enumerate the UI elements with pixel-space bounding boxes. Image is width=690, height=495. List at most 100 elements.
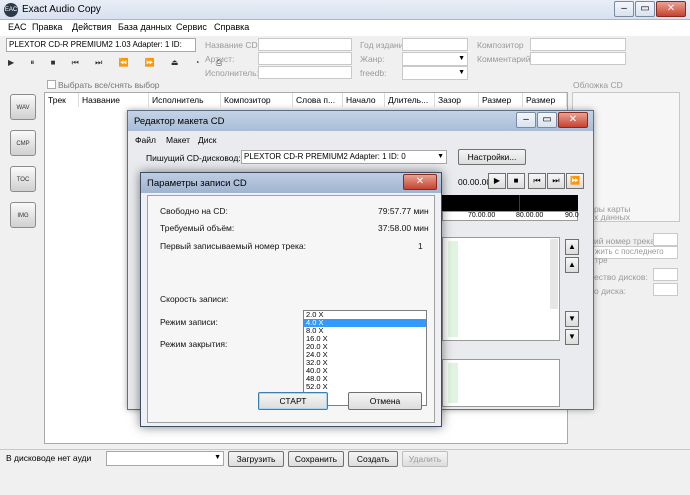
delete-button[interactable]: Удалить xyxy=(402,451,448,467)
drive-select[interactable]: PLEXTOR CD-R PREMIUM2 1.03 Adapter: 1 ID… xyxy=(6,38,196,52)
genre-select[interactable]: ▼ xyxy=(402,52,468,66)
time-display: 00.00.00 xyxy=(458,177,492,187)
chevron-down-icon: ▼ xyxy=(458,55,465,62)
stop-icon[interactable]: ■ xyxy=(507,173,525,189)
burn-title-bar: Параметры записи CD ✕ xyxy=(141,173,441,193)
chevron-down-icon: ▼ xyxy=(437,153,444,160)
editor-menu-disc[interactable]: Диск xyxy=(198,135,216,145)
select-all-checkbox[interactable] xyxy=(47,80,56,89)
tick-70: 70.00.00 xyxy=(468,212,496,219)
cover-label: Обложка CD xyxy=(573,80,623,90)
create-button[interactable]: Создать xyxy=(348,451,398,467)
window-title: Exact Audio Copy xyxy=(22,4,101,15)
divider xyxy=(0,449,690,450)
cancel-button[interactable]: Отмена xyxy=(348,392,422,410)
minimize-button[interactable]: – xyxy=(614,1,634,17)
editor-lower-panel[interactable] xyxy=(442,359,560,407)
menu-database[interactable]: База данных xyxy=(118,22,172,32)
move-down-icon[interactable]: ▼ xyxy=(565,311,579,327)
toc-icon[interactable]: TOC xyxy=(10,166,36,192)
comment-field[interactable] xyxy=(530,52,626,65)
year-label: Год издания xyxy=(360,40,409,50)
continue-last-track[interactable]: жить с последнего тре xyxy=(592,246,678,265)
fast-forward-icon[interactable]: ⏩ xyxy=(566,173,584,189)
move-bottom-icon[interactable]: ▼ xyxy=(565,329,579,345)
menu-eac[interactable]: EAC xyxy=(8,22,27,32)
editor-scrollbar[interactable] xyxy=(550,239,558,309)
freedb-select[interactable]: ▼ xyxy=(402,66,468,80)
artist-field[interactable] xyxy=(258,52,352,65)
move-up-icon[interactable]: ▲ xyxy=(565,257,579,273)
column-performer[interactable]: Исполнитель xyxy=(149,93,221,107)
burn-settings-dialog: Параметры записи CD ✕ Свободно на CD: 79… xyxy=(140,172,442,427)
play-icon[interactable]: ▶ xyxy=(488,173,506,189)
editor-title: Редактор макета CD xyxy=(134,116,225,127)
cd-name-field[interactable] xyxy=(258,38,352,51)
first-track-value: 1 xyxy=(418,241,423,251)
writer-select-value: PLEXTOR CD-R PREMIUM2 Adapter: 1 ID: 0 xyxy=(244,152,406,161)
chevron-down-icon: ▼ xyxy=(458,69,465,76)
composer-field[interactable] xyxy=(530,38,626,51)
column-gap[interactable]: Зазор xyxy=(435,93,479,107)
menu-tools[interactable]: Сервис xyxy=(176,22,207,32)
genre-label: Жанр: xyxy=(360,54,385,64)
year-field[interactable] xyxy=(402,38,468,51)
mode-label: Режим записи: xyxy=(160,317,218,327)
speed-option[interactable]: 52.0 X xyxy=(304,383,426,391)
status-text: В дисководе нет ауди xyxy=(6,453,92,463)
tick-80: 80.00.00 xyxy=(516,212,544,219)
next-icon[interactable]: ⏭ xyxy=(547,173,565,189)
compress-icon[interactable]: CMP xyxy=(10,130,36,156)
editor-close-button[interactable]: ✕ xyxy=(558,112,588,128)
right-label-5: ество дисков: xyxy=(594,272,648,282)
column-size[interactable]: Размер xyxy=(479,93,523,107)
app-icon: EAC xyxy=(4,3,18,17)
timeline[interactable] xyxy=(442,195,578,211)
wav-icon[interactable]: WAV xyxy=(10,94,36,120)
column-lyrics[interactable]: Слова п... xyxy=(293,93,343,107)
comment-label: Комментарий xyxy=(477,54,531,64)
column-composer[interactable]: Композитор xyxy=(221,93,293,107)
save-button[interactable]: Сохранить xyxy=(288,451,344,467)
load-button[interactable]: Загрузить xyxy=(228,451,284,467)
disc-number-field[interactable] xyxy=(653,283,678,296)
first-track-field[interactable] xyxy=(653,233,678,246)
editor-track-panel[interactable] xyxy=(442,237,560,341)
image-icon[interactable]: IMG xyxy=(10,202,36,228)
writer-select[interactable]: PLEXTOR CD-R PREMIUM2 Adapter: 1 ID: 0 ▼ xyxy=(241,150,447,164)
first-track-label: Первый записываемый номер трека: xyxy=(160,241,306,251)
player-toolbar[interactable]: ▶ ⏸ ■ ⏮ ⏭ ⏪ ⏩ ⏏ ◔ ⎙ xyxy=(8,58,229,68)
editor-maximize-button[interactable]: ▭ xyxy=(537,112,557,128)
burn-close-button[interactable]: ✕ xyxy=(403,174,437,190)
burn-title: Параметры записи CD xyxy=(147,178,247,189)
chevron-down-icon: ▼ xyxy=(214,454,221,461)
editor-minimize-button[interactable]: – xyxy=(516,112,536,128)
column-length[interactable]: Длитель... xyxy=(385,93,435,107)
move-top-icon[interactable]: ▲ xyxy=(565,239,579,255)
previous-icon[interactable]: ⏮ xyxy=(528,173,546,189)
required-value: 37:58.00 мин xyxy=(378,223,429,233)
bottom-select[interactable]: ▼ xyxy=(106,451,224,466)
cd-name-label: Название CD xyxy=(205,40,258,50)
timeline-scale xyxy=(442,211,578,221)
freedb-label: freedb: xyxy=(360,68,387,78)
disc-count-field[interactable] xyxy=(653,268,678,281)
artist-label: Артист: xyxy=(205,54,235,64)
editor-menu-layout[interactable]: Макет xyxy=(166,135,190,145)
settings-button[interactable]: Настройки... xyxy=(458,149,526,165)
column-start[interactable]: Начало xyxy=(343,93,385,107)
editor-menu-file[interactable]: Файл xyxy=(135,135,156,145)
close-button[interactable]: ✕ xyxy=(656,1,686,17)
performer-field[interactable] xyxy=(258,66,352,79)
column-track[interactable]: Трек xyxy=(45,93,79,107)
menu-edit[interactable]: Правка xyxy=(32,22,62,32)
required-label: Требуемый объём: xyxy=(160,223,235,233)
start-button[interactable]: СТАРТ xyxy=(258,392,328,410)
maximize-button[interactable]: ▭ xyxy=(635,1,655,17)
tick-90: 90.0 xyxy=(565,212,579,219)
speed-label: Скорость записи: xyxy=(160,294,229,304)
column-title[interactable]: Название xyxy=(79,93,149,107)
menu-actions[interactable]: Действия xyxy=(72,22,111,32)
menu-help[interactable]: Справка xyxy=(214,22,249,32)
column-size-2[interactable]: Размер xyxy=(523,93,567,107)
